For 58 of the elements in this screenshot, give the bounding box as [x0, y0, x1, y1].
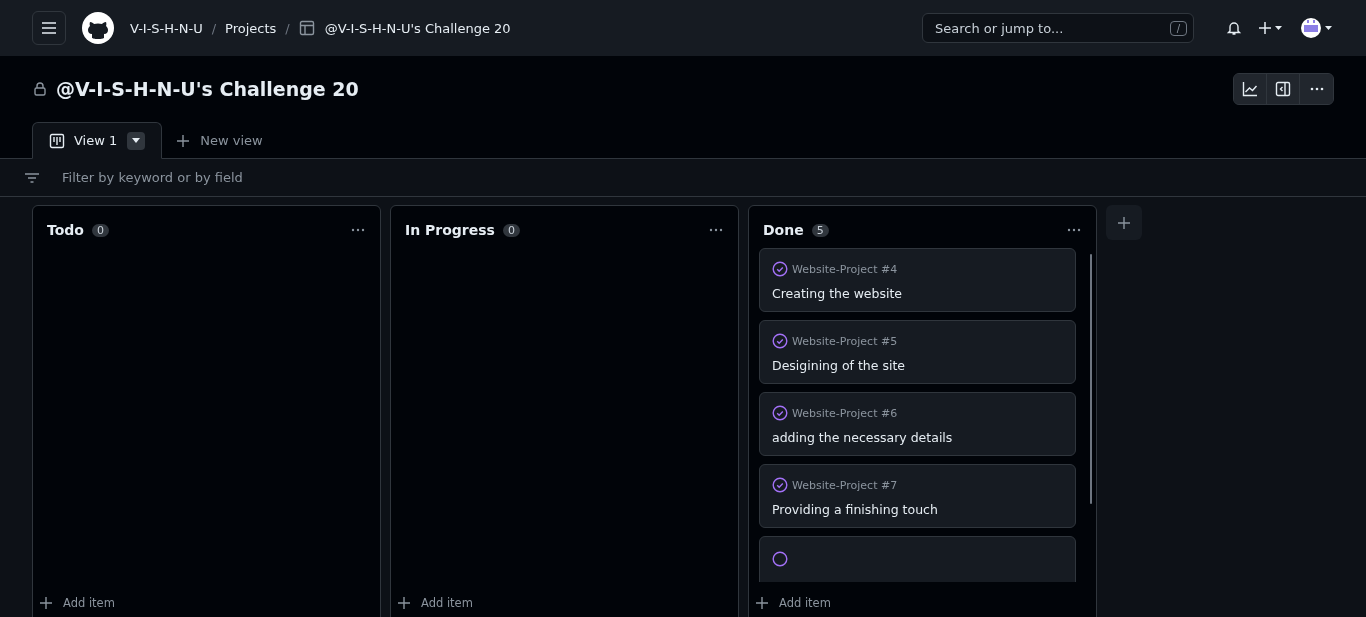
table-icon	[298, 20, 315, 36]
issue-reference: Website-Project #5	[792, 334, 898, 348]
board-icon	[49, 132, 65, 149]
breadcrumb-separator: /	[211, 20, 217, 36]
column-title: Todo	[47, 222, 84, 238]
column-title: In Progress	[405, 222, 495, 238]
line-chart-icon	[1242, 81, 1258, 97]
breadcrumb-link[interactable]: V-I-S-H-N-U	[130, 20, 203, 36]
bell-icon[interactable]	[1226, 20, 1242, 36]
menu-button[interactable]	[32, 11, 66, 45]
create-new-icon[interactable]	[1258, 20, 1284, 36]
logo-icon[interactable]	[82, 12, 114, 44]
add-column-button[interactable]	[1106, 205, 1142, 240]
item-count: 5	[811, 223, 829, 237]
check-circle-icon	[772, 405, 788, 421]
issue-card[interactable]: Website-Project #5 Desigining of the site	[759, 320, 1076, 384]
plus-icon	[39, 596, 53, 610]
check-circle-icon	[772, 551, 788, 567]
item-count: 0	[502, 223, 520, 237]
column-title: Done	[763, 222, 804, 238]
check-circle-icon	[772, 333, 788, 349]
insights-button[interactable]	[1234, 74, 1267, 104]
issue-title[interactable]: Desigining of the site	[772, 358, 1063, 373]
view-tab[interactable]: View 1	[32, 122, 163, 159]
plus-icon	[397, 596, 411, 610]
search-placeholder: Search or jump to...	[935, 20, 1065, 36]
add-item-button[interactable]: Add item	[391, 582, 479, 617]
breadcrumb-link[interactable]: @V-I-S-H-N-U's Challenge 20	[324, 20, 511, 36]
issue-card[interactable]: Website-Project #4 Creating the website	[759, 248, 1076, 312]
issue-reference: Website-Project #6	[792, 406, 898, 420]
scrollbar[interactable]	[1090, 254, 1092, 504]
plus-icon	[755, 596, 769, 610]
issue-title[interactable]: adding the necessary details	[772, 430, 1063, 445]
new-view-button[interactable]: New view	[162, 122, 277, 159]
search-field[interactable]: Search or jump to... /	[922, 13, 1194, 43]
issue-card[interactable]: Website-Project #7 Providing a finishing touch	[759, 464, 1076, 528]
breadcrumb-link[interactable]: Projects	[225, 20, 277, 36]
dropdown-button[interactable]	[127, 131, 146, 150]
issue-reference: Website-Project #4	[792, 262, 898, 276]
caret-icon	[131, 138, 140, 143]
issue-title[interactable]: Providing a finishing touch	[772, 502, 1063, 517]
filter-field[interactable]: Filter by keyword or by field	[62, 170, 243, 185]
check-circle-icon	[772, 261, 788, 277]
side-panel-icon	[1275, 81, 1291, 97]
item-count: 0	[91, 223, 109, 237]
issue-title[interactable]: Creating the website	[772, 286, 1063, 301]
check-circle-icon	[772, 477, 788, 493]
add-item-button[interactable]: Add item	[33, 582, 121, 617]
project-title: @V-I-S-H-N-U's Challenge 20	[56, 78, 359, 100]
avatar-icon[interactable]	[1300, 17, 1334, 39]
plus-icon	[1117, 215, 1131, 230]
breadcrumb-separator: /	[285, 20, 290, 36]
keyboard-shortcut: /	[1169, 20, 1187, 36]
issue-card[interactable]: Website-Project #6 adding the necessary details	[759, 392, 1076, 456]
menu-icon	[41, 20, 57, 36]
issue-reference: Website-Project #7	[792, 478, 898, 492]
add-item-button[interactable]: Add item	[749, 582, 837, 617]
plus-icon	[176, 133, 191, 148]
